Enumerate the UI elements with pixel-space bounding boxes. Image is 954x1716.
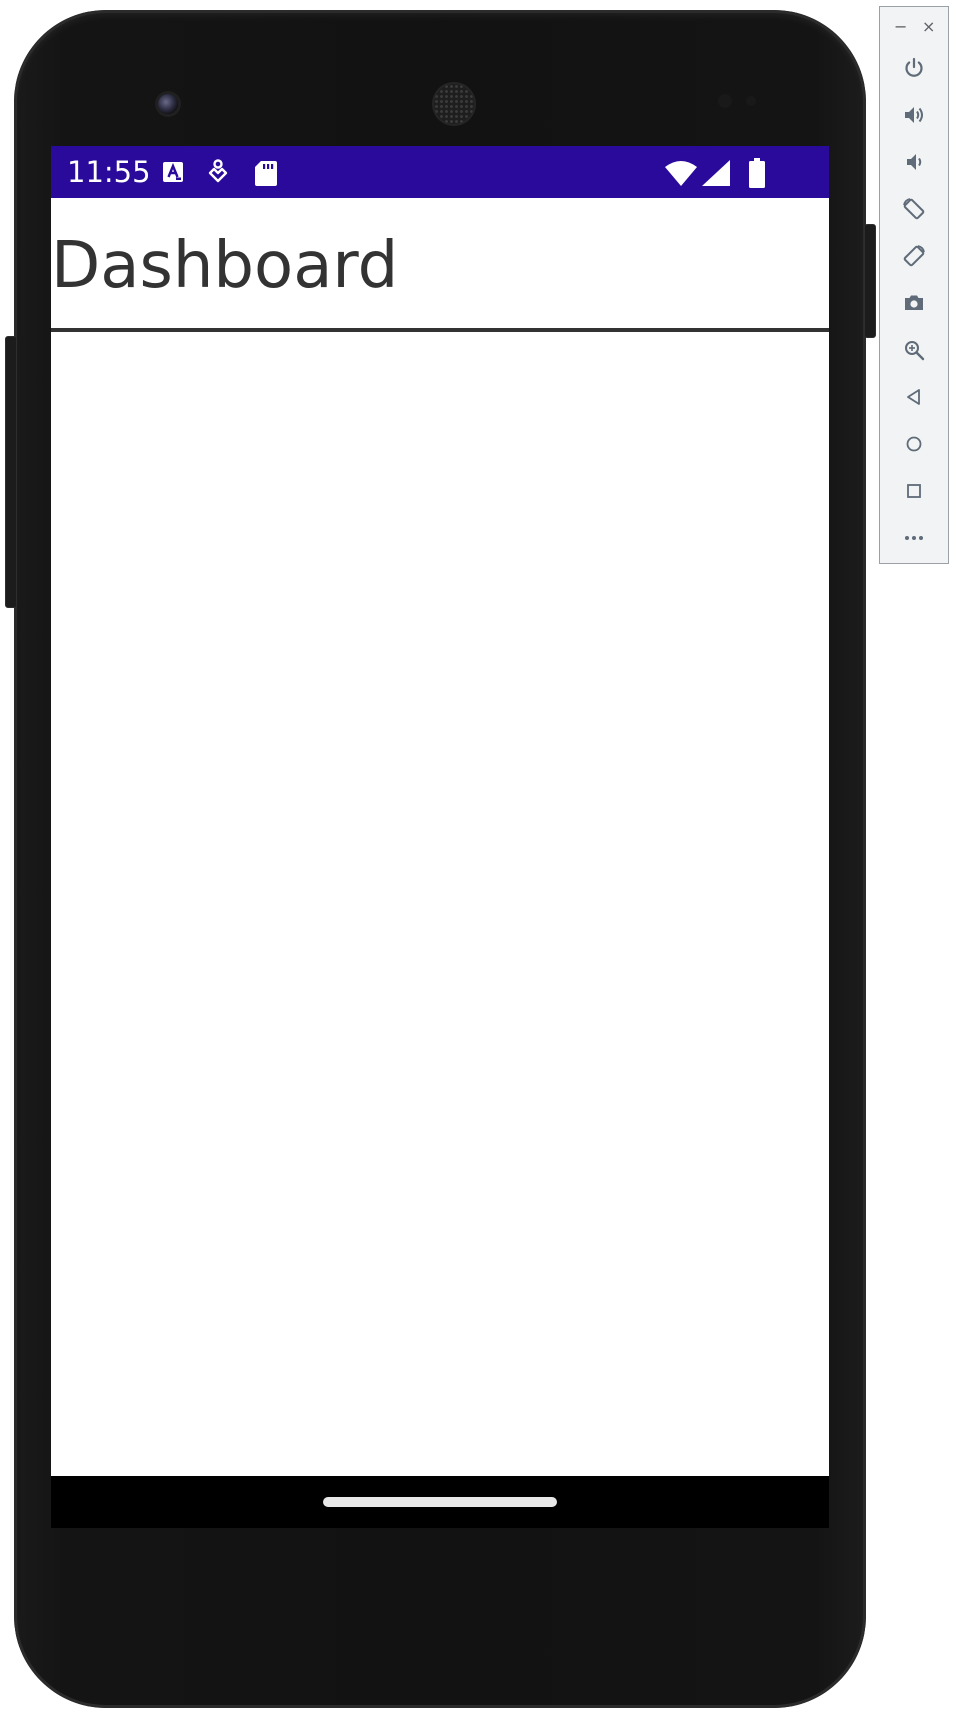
back-icon [907,389,920,405]
emulator-toolbar: − × [879,6,949,564]
cell-signal-icon [702,160,730,186]
rotate-left-button[interactable] [899,194,929,224]
rotate-left-icon [903,198,925,220]
page-title: Dashboard [51,229,399,303]
proximity-sensor [718,94,732,108]
home-button[interactable] [899,429,929,459]
home-icon [906,436,922,452]
app-header: Dashboard [51,198,829,328]
volume-up-button[interactable] [899,100,929,130]
minimize-button[interactable]: − [894,19,907,35]
gesture-navigation-bar [51,1476,829,1528]
power-icon [905,57,923,77]
power-button[interactable] [899,53,929,83]
phone-side-button-right [864,224,876,338]
volume-up-icon [905,107,923,123]
emulator-window: 11:55 Dashboard − × [0,0,954,1716]
accessibility-a-icon [163,162,183,182]
status-bar: 11:55 [51,146,829,198]
phone-side-button-left [5,336,17,608]
wifi-icon [665,161,697,186]
rotate-right-icon [903,245,925,267]
battery-icon [749,158,765,188]
front-camera [158,94,178,114]
tap-pointer-icon [208,159,228,183]
rotate-right-button[interactable] [899,241,929,271]
screenshot-button[interactable] [899,288,929,318]
camera-icon [905,295,923,310]
content-area [51,332,829,1476]
status-time: 11:55 [67,155,151,189]
volume-down-icon [907,154,922,170]
volume-down-button[interactable] [899,147,929,177]
overview-icon [907,484,921,498]
home-gesture-handle[interactable] [323,1497,557,1507]
device-screen: 11:55 Dashboard [51,146,829,1528]
back-button[interactable] [899,382,929,412]
close-button[interactable]: × [922,19,935,35]
zoom-icon [905,341,925,361]
light-sensor [746,96,756,106]
zoom-button[interactable] [899,335,929,365]
earpiece-speaker [434,84,474,124]
sd-card-icon [255,161,277,186]
more-button[interactable] [899,523,929,553]
more-icon [905,536,923,540]
overview-button[interactable] [899,476,929,506]
